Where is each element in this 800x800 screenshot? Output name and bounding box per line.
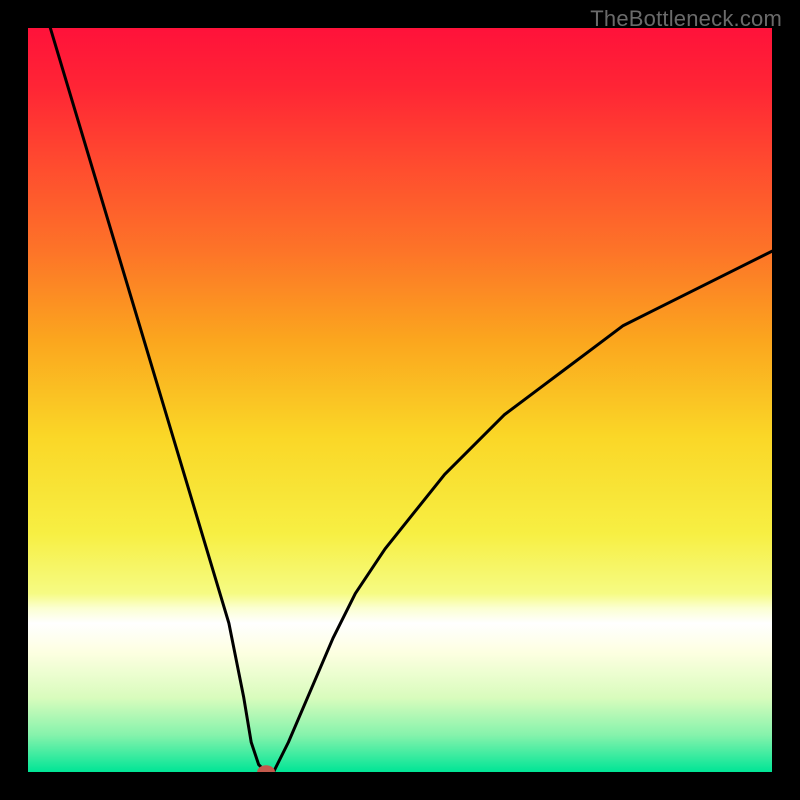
plot-area <box>28 28 772 772</box>
bottleneck-curve <box>50 28 772 772</box>
chart-frame: TheBottleneck.com <box>0 0 800 800</box>
watermark-text: TheBottleneck.com <box>590 6 782 32</box>
curve-layer <box>28 28 772 772</box>
